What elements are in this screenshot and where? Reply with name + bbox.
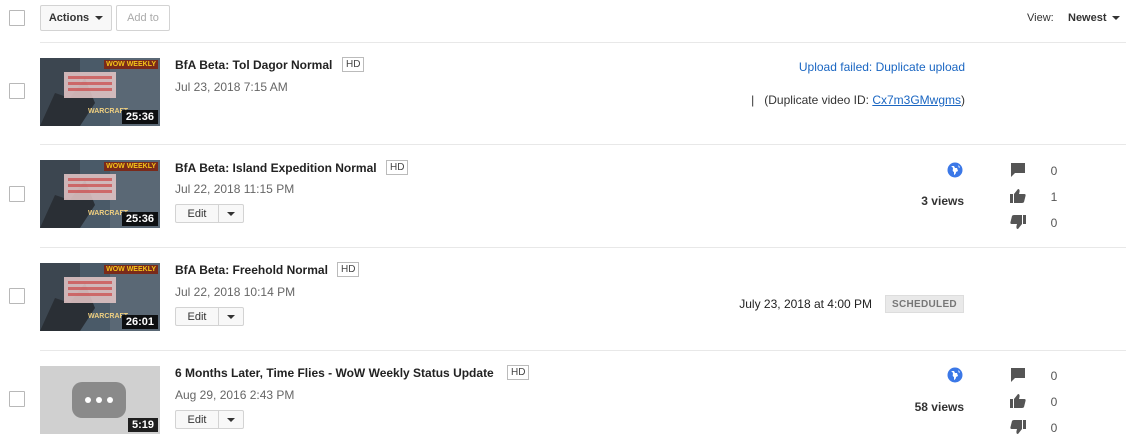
hd-badge: HD (337, 262, 360, 277)
thumbs-up-icon[interactable] (1010, 188, 1026, 204)
thumbnail-badge: WOW WEEKLY (104, 265, 158, 274)
divider (40, 144, 1126, 145)
chevron-down-icon (1111, 16, 1120, 20)
video-duration: 26:01 (121, 315, 158, 329)
duplicate-video-link[interactable]: Cx7m3GMwgms (872, 93, 961, 107)
actions-button[interactable]: Actions (40, 5, 112, 31)
duplicate-suffix: ) (961, 93, 965, 107)
edit-button-group: Edit (175, 410, 244, 429)
edit-button-group: Edit (175, 204, 244, 223)
divider (40, 350, 1126, 351)
select-all-checkbox[interactable] (9, 10, 25, 26)
like-count: 1 (1050, 190, 1058, 204)
globe-icon (947, 162, 963, 178)
upload-status: Upload failed: Duplicate upload (798, 60, 965, 74)
separator: | (751, 93, 755, 107)
edit-button[interactable]: Edit (176, 205, 219, 222)
scheduled-time: July 23, 2018 at 4:00 PM (739, 297, 872, 311)
add-to-button[interactable]: Add to (116, 5, 170, 31)
video-thumbnail[interactable]: 5:19 (40, 366, 160, 434)
comment-count: 0 (1050, 369, 1058, 383)
chevron-down-icon (227, 211, 235, 216)
actions-label: Actions (48, 12, 90, 24)
video-title[interactable]: BfA Beta: Tol Dagor Normal (175, 58, 332, 72)
video-duration: 5:19 (127, 418, 158, 432)
video-title[interactable]: BfA Beta: Freehold Normal (175, 263, 328, 277)
thumbs-up-icon[interactable] (1010, 393, 1026, 409)
hd-badge: HD (342, 57, 365, 72)
video-title[interactable]: BfA Beta: Island Expedition Normal (175, 161, 377, 175)
sort-label: Newest (1068, 12, 1107, 24)
view-label: View: (1027, 12, 1054, 24)
divider (40, 247, 1126, 248)
edit-button[interactable]: Edit (176, 411, 219, 428)
video-thumbnail[interactable]: WOW WEEKLY WARCRAFT 25:36 (40, 58, 160, 126)
divider (40, 42, 1126, 43)
video-duration: 25:36 (121, 212, 158, 226)
dislike-count: 0 (1050, 421, 1058, 435)
video-duration: 25:36 (121, 110, 158, 124)
chevron-down-icon (227, 417, 235, 422)
chevron-down-icon (95, 16, 104, 20)
edit-button[interactable]: Edit (176, 308, 219, 325)
edit-dropdown[interactable] (219, 411, 243, 428)
globe-icon (947, 367, 963, 383)
hd-badge: HD (386, 160, 409, 175)
scheduled-badge: SCHEDULED (885, 295, 964, 313)
comment-icon (1011, 163, 1025, 177)
edit-dropdown[interactable] (219, 205, 243, 222)
video-date: Jul 22, 2018 11:15 PM (175, 182, 295, 196)
video-date: Jul 23, 2018 7:15 AM (175, 80, 288, 94)
duplicate-info: | (Duplicate video ID: Cx7m3GMwgms) (751, 93, 965, 107)
add-to-label: Add to (127, 12, 159, 24)
row-checkbox[interactable] (9, 288, 25, 304)
dislike-count: 0 (1050, 216, 1058, 230)
processing-icon (72, 382, 126, 418)
hd-badge: HD (507, 365, 530, 380)
edit-dropdown[interactable] (219, 308, 243, 325)
thumbs-down-icon[interactable] (1010, 419, 1026, 435)
row-checkbox[interactable] (9, 186, 25, 202)
comment-icon (1011, 368, 1025, 382)
view-count: 3 views (921, 194, 964, 208)
row-checkbox[interactable] (9, 83, 25, 99)
thumbnail-badge: WOW WEEKLY (104, 162, 158, 171)
video-thumbnail[interactable]: WOW WEEKLY WARCRAFT 26:01 (40, 263, 160, 331)
view-count: 58 views (914, 400, 964, 414)
video-date: Aug 29, 2016 2:43 PM (175, 388, 295, 402)
comment-count: 0 (1050, 164, 1058, 178)
video-title[interactable]: 6 Months Later, Time Flies - WoW Weekly … (175, 366, 494, 380)
thumbs-down-icon[interactable] (1010, 214, 1026, 230)
video-thumbnail[interactable]: WOW WEEKLY WARCRAFT 25:36 (40, 160, 160, 228)
duplicate-prefix: (Duplicate video ID: (764, 93, 873, 107)
thumbnail-badge: WOW WEEKLY (104, 60, 158, 69)
row-checkbox[interactable] (9, 391, 25, 407)
sort-dropdown[interactable]: Newest (1068, 12, 1120, 24)
edit-button-group: Edit (175, 307, 244, 326)
chevron-down-icon (227, 314, 235, 319)
like-count: 0 (1050, 395, 1058, 409)
video-date: Jul 22, 2018 10:14 PM (175, 285, 296, 299)
